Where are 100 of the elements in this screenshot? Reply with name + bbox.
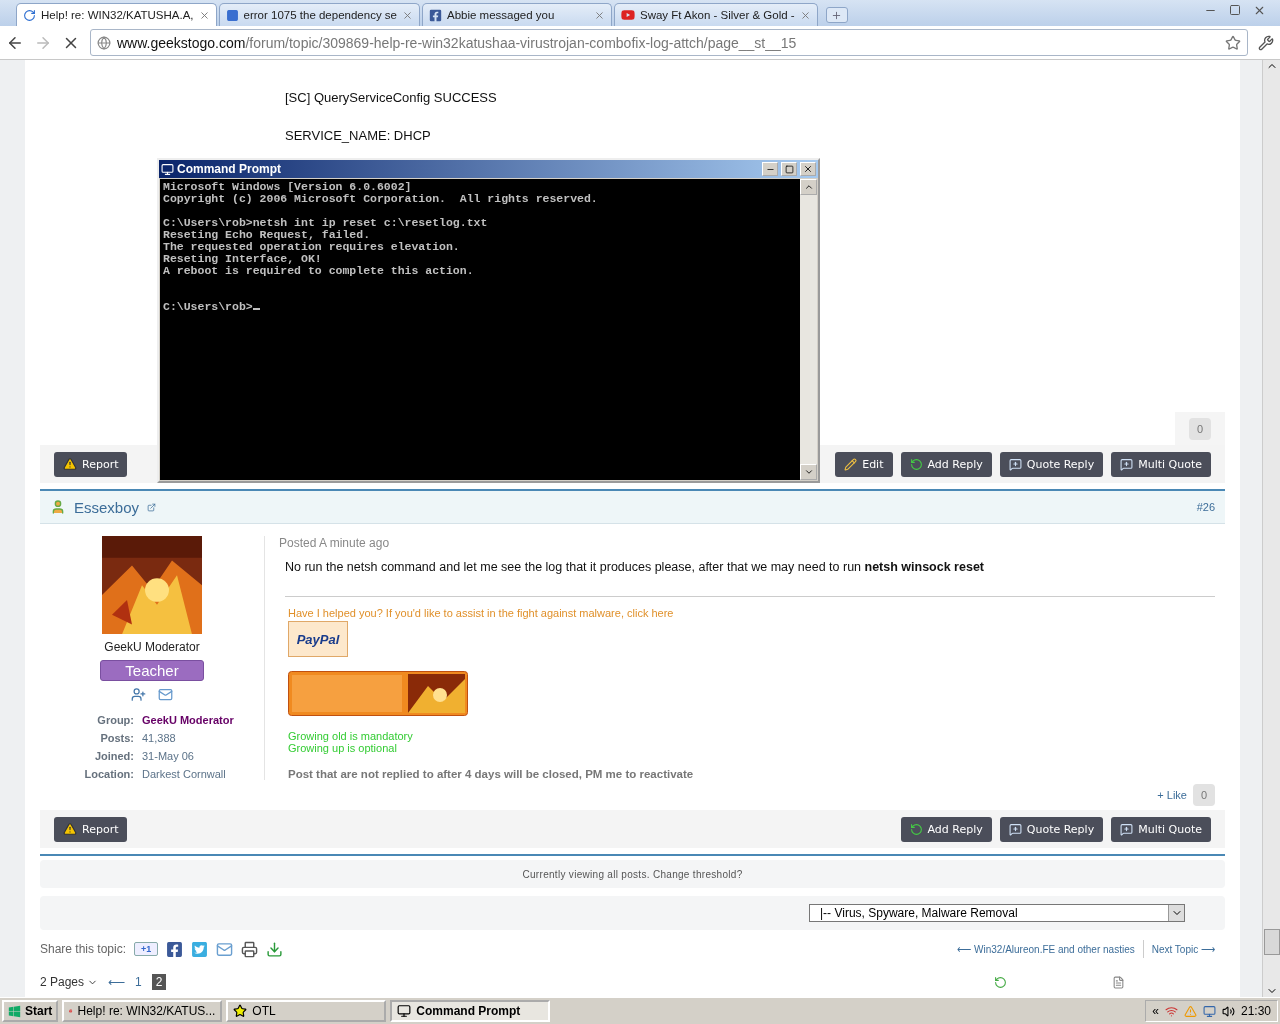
stat-value: GeekU Moderator bbox=[142, 714, 234, 726]
new-tab-button[interactable] bbox=[825, 7, 848, 23]
scroll-down-icon[interactable] bbox=[803, 467, 814, 477]
share-label: Share this topic: bbox=[40, 942, 127, 956]
stat-label: Group: bbox=[96, 714, 134, 726]
restore-icon[interactable] bbox=[1229, 4, 1241, 16]
external-link-icon[interactable] bbox=[147, 502, 157, 512]
windows-logo-icon bbox=[8, 1004, 21, 1018]
maximize-button[interactable] bbox=[781, 162, 797, 176]
stat-label: Location: bbox=[83, 768, 134, 780]
stat-value: 31-May 06 bbox=[142, 750, 195, 762]
minimize-button[interactable] bbox=[762, 162, 778, 176]
console-icon bbox=[397, 1004, 412, 1018]
previous-topic-link[interactable]: ⟵ Win32/Alureon.FE and other nasties bbox=[957, 943, 1135, 955]
console-line: Reseting Echo Request, failed. bbox=[163, 229, 372, 241]
document-icon[interactable] bbox=[1112, 975, 1125, 989]
address-bar[interactable]: www.geekstogo.com/forum/topic/309869-help-re-win32katushaa-virustrojan-combofix-log-attch/page__st__15 bbox=[90, 29, 1248, 56]
reply-icon bbox=[909, 457, 923, 471]
taskbar-button[interactable]: OTL bbox=[226, 1000, 387, 1022]
rank-badge: Teacher bbox=[100, 660, 204, 681]
display-icon[interactable] bbox=[1202, 1004, 1216, 1018]
close-button[interactable] bbox=[800, 162, 816, 176]
browser-tab[interactable]: Abbie messaged you bbox=[422, 3, 612, 26]
page-link[interactable]: 2 bbox=[151, 974, 167, 990]
stat-label: Joined: bbox=[93, 750, 134, 762]
twitter-icon[interactable] bbox=[191, 940, 209, 958]
threshold-notice: Currently viewing all posts. Change threshold? bbox=[40, 860, 1225, 888]
refresh-icon[interactable] bbox=[994, 975, 1007, 989]
youtube-icon bbox=[621, 8, 635, 22]
square-logo-icon bbox=[225, 8, 239, 22]
close-icon[interactable] bbox=[402, 9, 413, 21]
reply-button[interactable]: Add Reply bbox=[900, 451, 992, 477]
user-icon bbox=[50, 499, 66, 515]
stat-label: Posts: bbox=[99, 732, 134, 744]
star-icon bbox=[233, 1004, 248, 1018]
console-line: The requested operation requires elevation. bbox=[163, 241, 461, 253]
speech-bubble-icon bbox=[1120, 822, 1134, 836]
close-icon bbox=[803, 164, 813, 174]
next-topic-link[interactable]: Next Topic ⟶ bbox=[1151, 943, 1215, 955]
add-friend-icon[interactable] bbox=[131, 687, 146, 702]
quote-button[interactable]: Multi Quote bbox=[1111, 816, 1211, 842]
code-line: SERVICE_NAME: DHCP bbox=[285, 128, 432, 143]
scroll-up-icon[interactable] bbox=[803, 182, 814, 192]
browser-tab[interactable]: Sway Ft Akon - Silver & Gold - bbox=[614, 3, 818, 26]
wrench-icon[interactable] bbox=[1258, 34, 1274, 51]
paypal-button[interactable]: PayPal bbox=[288, 621, 348, 657]
like-count: 0 bbox=[1193, 784, 1215, 806]
close-icon[interactable] bbox=[1253, 4, 1266, 17]
quote-button[interactable]: Multi Quote bbox=[1111, 451, 1211, 477]
warning-icon bbox=[63, 457, 77, 471]
quote-button[interactable]: Quote Reply bbox=[999, 816, 1104, 842]
edit-button[interactable]: Edit bbox=[835, 451, 893, 477]
page-link[interactable]: 1 bbox=[135, 975, 142, 989]
start-button[interactable]: Start bbox=[2, 1000, 59, 1022]
close-icon[interactable] bbox=[799, 9, 811, 21]
facebook-icon[interactable] bbox=[166, 940, 184, 958]
reply-button[interactable]: Add Reply bbox=[900, 816, 992, 842]
download-icon[interactable] bbox=[266, 940, 284, 958]
console-line: Microsoft Windows [Version 6.0.6002] bbox=[163, 181, 413, 193]
close-icon[interactable] bbox=[198, 9, 210, 21]
browser-tab[interactable]: error 1075 the dependency se bbox=[218, 3, 420, 26]
print-icon[interactable] bbox=[241, 940, 259, 958]
code-line: [SC] QueryServiceConfig SUCCESS bbox=[285, 90, 498, 105]
post-text: No run the netsh command and let me see the log that it produces please, after that we may need to run netsh winsock reset bbox=[285, 560, 1215, 597]
bookmark-star-icon[interactable] bbox=[1225, 34, 1241, 51]
close-icon[interactable] bbox=[594, 9, 605, 21]
tray-expand-button[interactable]: « bbox=[1152, 1004, 1159, 1018]
pages-dropdown[interactable]: 2 Pages bbox=[40, 975, 99, 989]
console-line: C:\Users\rob>netsh int ip reset c:\resetlog.txt bbox=[163, 217, 489, 229]
author-link[interactable]: Essexboy bbox=[74, 498, 140, 516]
taskbar-button[interactable]: Command Prompt bbox=[390, 1000, 551, 1022]
volume-icon[interactable] bbox=[1221, 1004, 1235, 1018]
console-prompt: C:\Users\rob> bbox=[163, 301, 797, 313]
facebook-icon bbox=[429, 8, 442, 22]
taskbar-button[interactable]: Help! re: WIN32/KATUS... bbox=[62, 1000, 223, 1022]
quote-button[interactable]: Quote Reply bbox=[999, 451, 1104, 477]
message-icon[interactable] bbox=[158, 687, 173, 702]
forum-select[interactable]: |-- Virus, Spyware, Malware Removal bbox=[809, 904, 1185, 922]
maximize-icon bbox=[784, 164, 794, 174]
scroll-thumb[interactable] bbox=[1263, 929, 1280, 955]
speech-bubble-icon bbox=[1008, 457, 1022, 471]
like-link[interactable]: + Like bbox=[1157, 789, 1187, 801]
report-button[interactable]: Report bbox=[54, 816, 128, 842]
console-line: Copyright (c) 2006 Microsoft Corporation. All rights reserved. bbox=[163, 193, 599, 205]
network-icon[interactable] bbox=[1164, 1004, 1178, 1018]
report-button[interactable]: Report bbox=[54, 451, 128, 477]
previous-page-link[interactable]: ⟵ bbox=[108, 975, 126, 989]
signature-line: Growing up is optional bbox=[288, 742, 398, 754]
globe-icon bbox=[97, 35, 111, 50]
speech-bubble-icon bbox=[1008, 822, 1022, 836]
post-number-link[interactable]: #26 bbox=[1196, 501, 1215, 513]
browser-tab[interactable]: Help! re: WIN32/KATUSHA.A, bbox=[16, 3, 217, 26]
plus-one-button[interactable]: +1 bbox=[134, 942, 159, 956]
email-icon[interactable] bbox=[216, 940, 234, 958]
signature-line: Growing old is mandatory bbox=[288, 730, 413, 742]
stat-value: Darkest Cornwall bbox=[142, 768, 227, 780]
console-line: Reseting Interface, OK! bbox=[163, 253, 323, 265]
stat-value: 41,388 bbox=[142, 732, 177, 744]
signature-note: Post that are not replied to after 4 days will be closed, PM me to reactivate bbox=[288, 768, 694, 780]
pencil-icon bbox=[844, 457, 858, 471]
